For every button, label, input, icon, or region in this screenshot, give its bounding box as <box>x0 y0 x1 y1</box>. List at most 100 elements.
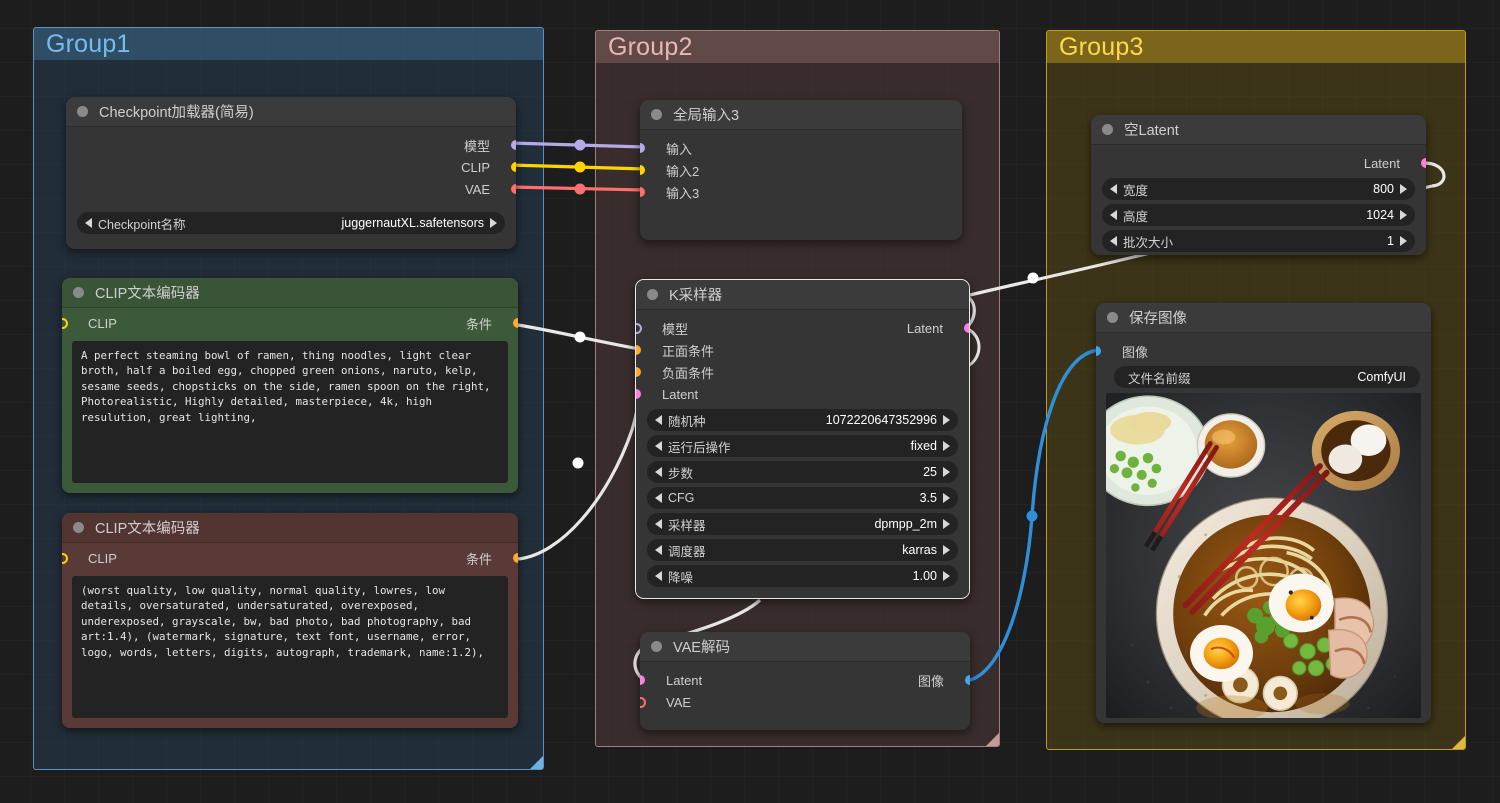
collapse-toggle-icon[interactable] <box>647 289 658 300</box>
increment-arrow-icon[interactable] <box>943 441 950 451</box>
input-pin-image[interactable] <box>1096 346 1101 356</box>
input-slot-vae[interactable]: VAE <box>640 691 970 713</box>
increment-arrow-icon[interactable] <box>943 493 950 503</box>
collapse-toggle-icon[interactable] <box>1107 312 1118 323</box>
node-clip-text-encode-positive[interactable]: CLIP文本编码器 CLIP 条件 A perfect steaming bow… <box>62 278 518 493</box>
link-dot-clip[interactable] <box>574 161 586 173</box>
widget-value[interactable]: 1 <box>1387 234 1394 248</box>
decrement-arrow-icon[interactable] <box>655 441 662 451</box>
node-header[interactable]: CLIP文本编码器 <box>62 513 518 543</box>
increment-arrow-icon[interactable] <box>1400 184 1407 194</box>
input-pin-negative[interactable] <box>636 367 641 377</box>
decrement-arrow-icon[interactable] <box>85 218 92 228</box>
node-checkpoint-loader[interactable]: Checkpoint加载器(简易) 模型 CLIP VAE Checkpoint… <box>66 97 516 249</box>
decrement-arrow-icon[interactable] <box>1110 210 1117 220</box>
widget-value[interactable]: 1024 <box>1366 208 1394 222</box>
increment-arrow-icon[interactable] <box>943 519 950 529</box>
widget-height[interactable]: 高度 1024 <box>1102 204 1415 226</box>
group-resize-handle-2[interactable] <box>986 733 999 746</box>
link-dot-positive[interactable] <box>574 331 586 343</box>
link-dot-model[interactable] <box>574 139 586 151</box>
node-vae-decode[interactable]: VAE解码 Latent 图像 VAE <box>640 632 970 730</box>
node-header[interactable]: CLIP文本编码器 <box>62 278 518 308</box>
output-pin-clip[interactable] <box>511 162 516 172</box>
group-title-2[interactable]: Group2 <box>596 31 999 63</box>
widget-value[interactable]: 3.5 <box>920 491 937 505</box>
decrement-arrow-icon[interactable] <box>655 545 662 555</box>
prompt-textarea-negative[interactable]: (worst quality, low quality, normal qual… <box>72 576 508 718</box>
group-title-3[interactable]: Group3 <box>1047 31 1465 63</box>
increment-arrow-icon[interactable] <box>943 545 950 555</box>
widget-cfg[interactable]: CFG 3.5 <box>647 487 958 509</box>
widget-checkpoint-name[interactable]: Checkpoint名称 juggernautXL.safetensors <box>77 212 505 234</box>
widget-value[interactable]: karras <box>902 543 937 557</box>
image-preview[interactable] <box>1106 393 1421 718</box>
widget-control-after-generate[interactable]: 运行后操作 fixed <box>647 435 958 457</box>
node-global-input-3[interactable]: 全局输入3 输入 输入2 输入3 <box>640 100 962 240</box>
widget-scheduler[interactable]: 调度器 karras <box>647 539 958 561</box>
widget-value[interactable]: 800 <box>1373 182 1394 196</box>
widget-value[interactable]: 25 <box>923 465 937 479</box>
widget-filename-prefix[interactable]: 文件名前缀 ComfyUI <box>1114 366 1420 388</box>
input-pin-clip[interactable] <box>62 317 68 329</box>
link-dot-latent[interactable] <box>1027 272 1039 284</box>
node-header[interactable]: 保存图像 <box>1096 303 1431 333</box>
output-slot-model[interactable]: 模型 <box>66 134 516 156</box>
decrement-arrow-icon[interactable] <box>655 415 662 425</box>
input-pin-vae[interactable] <box>640 696 646 708</box>
output-slot-vae[interactable]: VAE <box>66 178 516 200</box>
input-pin-latent[interactable] <box>640 675 645 685</box>
node-header[interactable]: K采样器 <box>636 280 969 310</box>
increment-arrow-icon[interactable] <box>943 571 950 581</box>
decrement-arrow-icon[interactable] <box>655 467 662 477</box>
output-pin-latent[interactable] <box>1421 158 1426 168</box>
increment-arrow-icon[interactable] <box>1400 236 1407 246</box>
increment-arrow-icon[interactable] <box>490 218 497 228</box>
input-pin-1[interactable] <box>640 143 645 153</box>
node-ksampler[interactable]: K采样器 模型 Latent 正面条件 负面条件 Latent 随机种 1072… <box>635 279 970 599</box>
widget-seed[interactable]: 随机种 1072220647352996 <box>647 409 958 431</box>
output-pin-conditioning[interactable] <box>513 553 518 563</box>
collapse-toggle-icon[interactable] <box>651 109 662 120</box>
link-dot-vae[interactable] <box>574 183 586 195</box>
input-slot-2[interactable]: 输入2 <box>640 159 962 181</box>
group-resize-handle-3[interactable] <box>1452 736 1465 749</box>
node-graph-canvas[interactable]: Group1 Group2 Group3 Checkpoint加载器(简易) 模… <box>0 0 1500 803</box>
node-header[interactable]: VAE解码 <box>640 632 970 662</box>
widget-sampler-name[interactable]: 采样器 dpmpp_2m <box>647 513 958 535</box>
node-header[interactable]: 空Latent <box>1091 115 1426 145</box>
widget-steps[interactable]: 步数 25 <box>647 461 958 483</box>
group-title-1[interactable]: Group1 <box>34 28 543 60</box>
input-pin-positive[interactable] <box>636 345 641 355</box>
input-pin-3[interactable] <box>640 187 645 197</box>
node-header[interactable]: 全局输入3 <box>640 100 962 130</box>
collapse-toggle-icon[interactable] <box>1102 124 1113 135</box>
input-slot-latent[interactable]: Latent <box>636 383 969 405</box>
input-pin-model[interactable] <box>636 322 642 334</box>
group-resize-handle-1[interactable] <box>530 756 543 769</box>
widget-width[interactable]: 宽度 800 <box>1102 178 1415 200</box>
collapse-toggle-icon[interactable] <box>73 522 84 533</box>
widget-denoise[interactable]: 降噪 1.00 <box>647 565 958 587</box>
node-header[interactable]: Checkpoint加载器(简易) <box>66 97 516 127</box>
widget-value[interactable]: ComfyUI <box>1357 370 1406 384</box>
output-pin-vae[interactable] <box>511 184 516 194</box>
node-empty-latent-image[interactable]: 空Latent Latent 宽度 800 高度 1024 批次大小 1 <box>1091 115 1426 255</box>
collapse-toggle-icon[interactable] <box>651 641 662 652</box>
output-slot-clip[interactable]: CLIP <box>66 156 516 178</box>
collapse-toggle-icon[interactable] <box>77 106 88 117</box>
decrement-arrow-icon[interactable] <box>655 571 662 581</box>
widget-value[interactable]: fixed <box>911 439 937 453</box>
prompt-textarea-positive[interactable]: A perfect steaming bowl of ramen, thing … <box>72 341 508 483</box>
widget-value[interactable]: juggernautXL.safetensors <box>342 216 484 230</box>
output-pin-latent[interactable] <box>964 323 969 333</box>
node-save-image[interactable]: 保存图像 图像 文件名前缀 ComfyUI <box>1096 303 1431 723</box>
decrement-arrow-icon[interactable] <box>1110 236 1117 246</box>
output-pin-image[interactable] <box>965 675 970 685</box>
input-slot-3[interactable]: 输入3 <box>640 181 962 203</box>
input-slot-1[interactable]: 输入 <box>640 137 962 159</box>
input-pin-2[interactable] <box>640 165 645 175</box>
node-clip-text-encode-negative[interactable]: CLIP文本编码器 CLIP 条件 (worst quality, low qu… <box>62 513 518 728</box>
input-slot-positive[interactable]: 正面条件 <box>636 339 969 361</box>
link-dot-negative[interactable] <box>572 457 584 469</box>
